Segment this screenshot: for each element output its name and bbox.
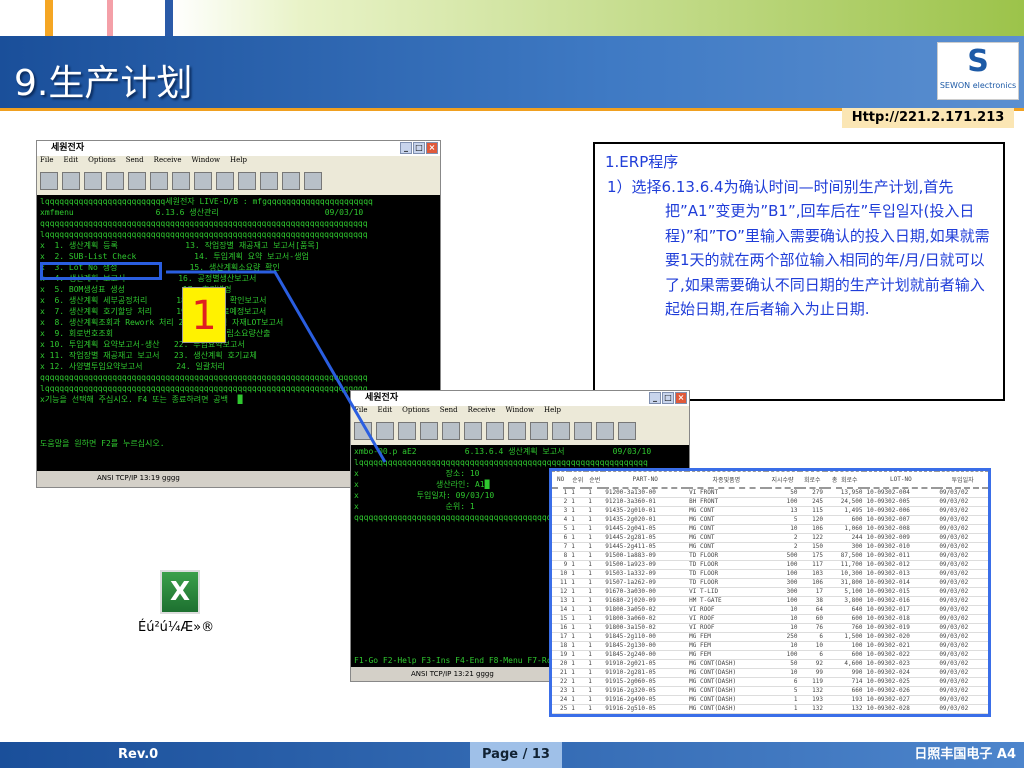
page-number: Page / 13 bbox=[470, 742, 562, 768]
excel-file-icon[interactable]: X bbox=[160, 570, 200, 614]
revision-label: Rev.0 bbox=[118, 747, 159, 762]
step-number-badge: 1 bbox=[182, 287, 226, 343]
footer-bar: Rev.0 Page / 13 日照丰国电子 A4 bbox=[0, 742, 1024, 768]
company-label: 日照丰国电子 A4 bbox=[914, 747, 1016, 762]
excel-file-label[interactable]: Éú²ú¼Æ»® bbox=[138, 620, 214, 635]
callout-connector bbox=[166, 270, 387, 463]
